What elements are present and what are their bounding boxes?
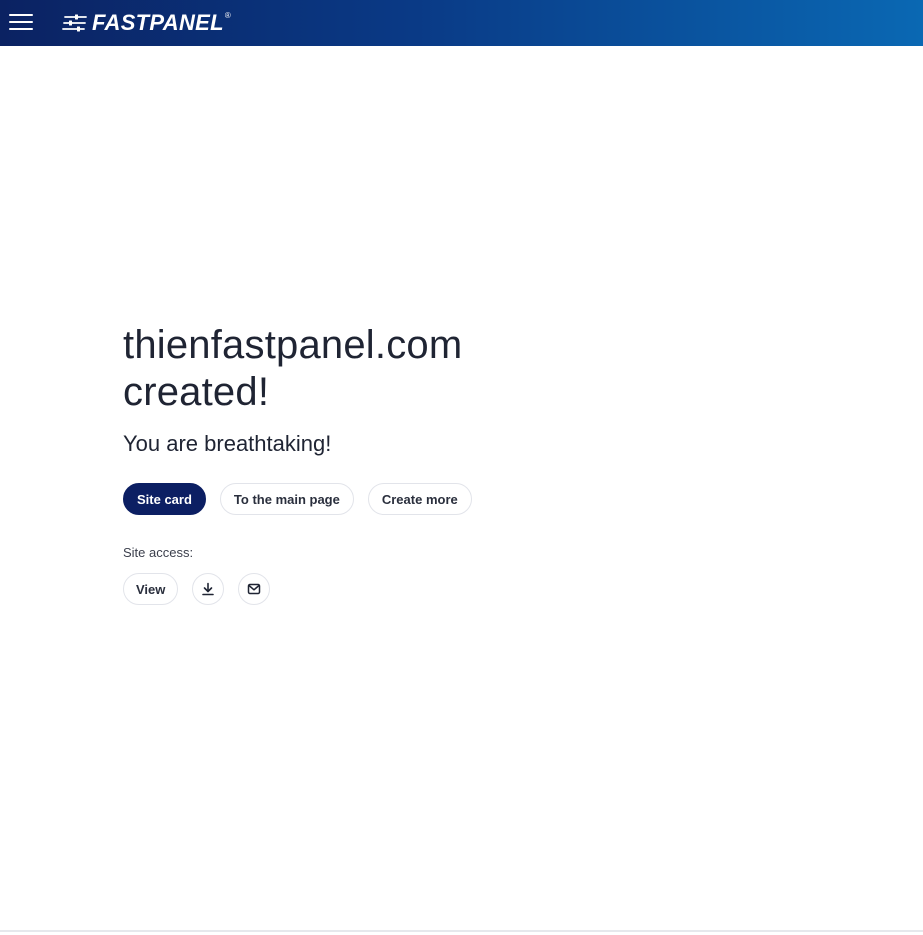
hamburger-menu-icon[interactable] [9, 11, 34, 33]
bottom-divider [0, 930, 923, 932]
email-icon [248, 583, 261, 595]
main-page-button[interactable]: To the main page [219, 483, 354, 515]
page-title: thienfastpanel.com created! [123, 322, 623, 416]
fastpanel-logo[interactable]: FASTPANEL ® [62, 10, 231, 36]
headline-status: created! [123, 370, 270, 414]
download-icon [202, 582, 215, 596]
view-access-button[interactable]: View [123, 573, 179, 605]
email-access-button[interactable] [238, 573, 271, 605]
subheadline: You are breathtaking! [123, 431, 332, 456]
headline-domain: thienfastpanel.com [123, 323, 463, 367]
download-access-button[interactable] [192, 573, 225, 605]
top-bar: FASTPANEL ® [0, 0, 923, 46]
success-panel: thienfastpanel.com created! You are brea… [123, 322, 623, 605]
site-card-button[interactable]: Site card [123, 483, 206, 515]
action-buttons: Site card To the main page Create more [123, 483, 623, 515]
registered-mark: ® [224, 11, 231, 20]
logo-sliders-icon [62, 14, 87, 32]
create-more-button[interactable]: Create more [367, 483, 472, 515]
site-access-actions: View [123, 573, 623, 605]
logo-text: FASTPANEL [92, 10, 224, 35]
site-access-label: Site access: [123, 545, 194, 560]
